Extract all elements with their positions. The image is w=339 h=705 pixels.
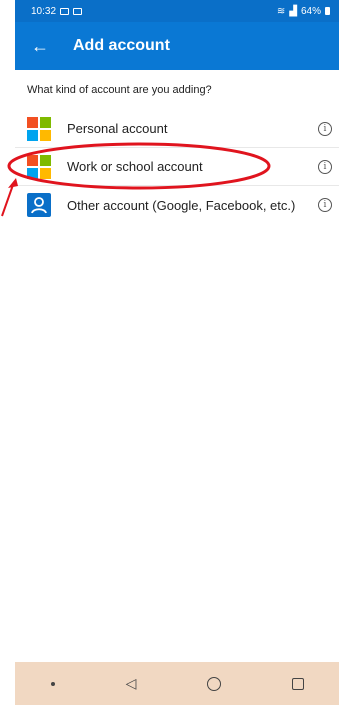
account-type-list: Personal account i Work or school accoun… xyxy=(15,110,339,224)
nav-dot-icon xyxy=(50,681,55,686)
work-school-account-option[interactable]: Work or school account i xyxy=(15,148,339,186)
other-account-option[interactable]: Other account (Google, Facebook, etc.) i xyxy=(15,186,339,224)
personal-account-option[interactable]: Personal account i xyxy=(15,110,339,148)
nav-home-icon[interactable] xyxy=(207,676,222,691)
account-label: Personal account xyxy=(67,121,168,136)
battery-percent: 64% xyxy=(300,5,321,17)
microsoft-logo xyxy=(27,154,51,179)
arrow-left-icon[interactable]: ← xyxy=(31,37,51,55)
account-label: Other account (Google, Facebook, etc.) xyxy=(67,197,296,213)
person-icon xyxy=(27,193,51,217)
account-label: Work or school account xyxy=(67,159,203,174)
info-icon[interactable]: i xyxy=(318,198,332,212)
person-glyph xyxy=(31,197,47,214)
wifi-icon: ≋ xyxy=(276,5,286,17)
page-title: Add account xyxy=(73,37,170,54)
info-icon[interactable]: i xyxy=(318,160,332,174)
status-bar: 10:32 ≋ ▟ 64% xyxy=(15,0,339,22)
battery-icon xyxy=(325,7,330,15)
nav-recents-icon[interactable] xyxy=(292,677,305,690)
phone-screen: 10:32 ≋ ▟ 64% ← Add account What kind of… xyxy=(15,0,339,705)
system-nav-bar: ◁ xyxy=(15,662,339,705)
app-bar: ← Add account xyxy=(15,22,339,70)
signal-icon: ▟ xyxy=(289,5,297,17)
nav-back-icon[interactable]: ◁ xyxy=(126,675,137,692)
microsoft-logo xyxy=(27,116,51,141)
message-icon xyxy=(60,7,70,15)
notification-icon xyxy=(73,7,83,15)
info-icon[interactable]: i xyxy=(318,122,332,136)
status-time: 10:32 xyxy=(31,5,57,17)
account-type-question: What kind of account are you adding? xyxy=(27,84,212,96)
